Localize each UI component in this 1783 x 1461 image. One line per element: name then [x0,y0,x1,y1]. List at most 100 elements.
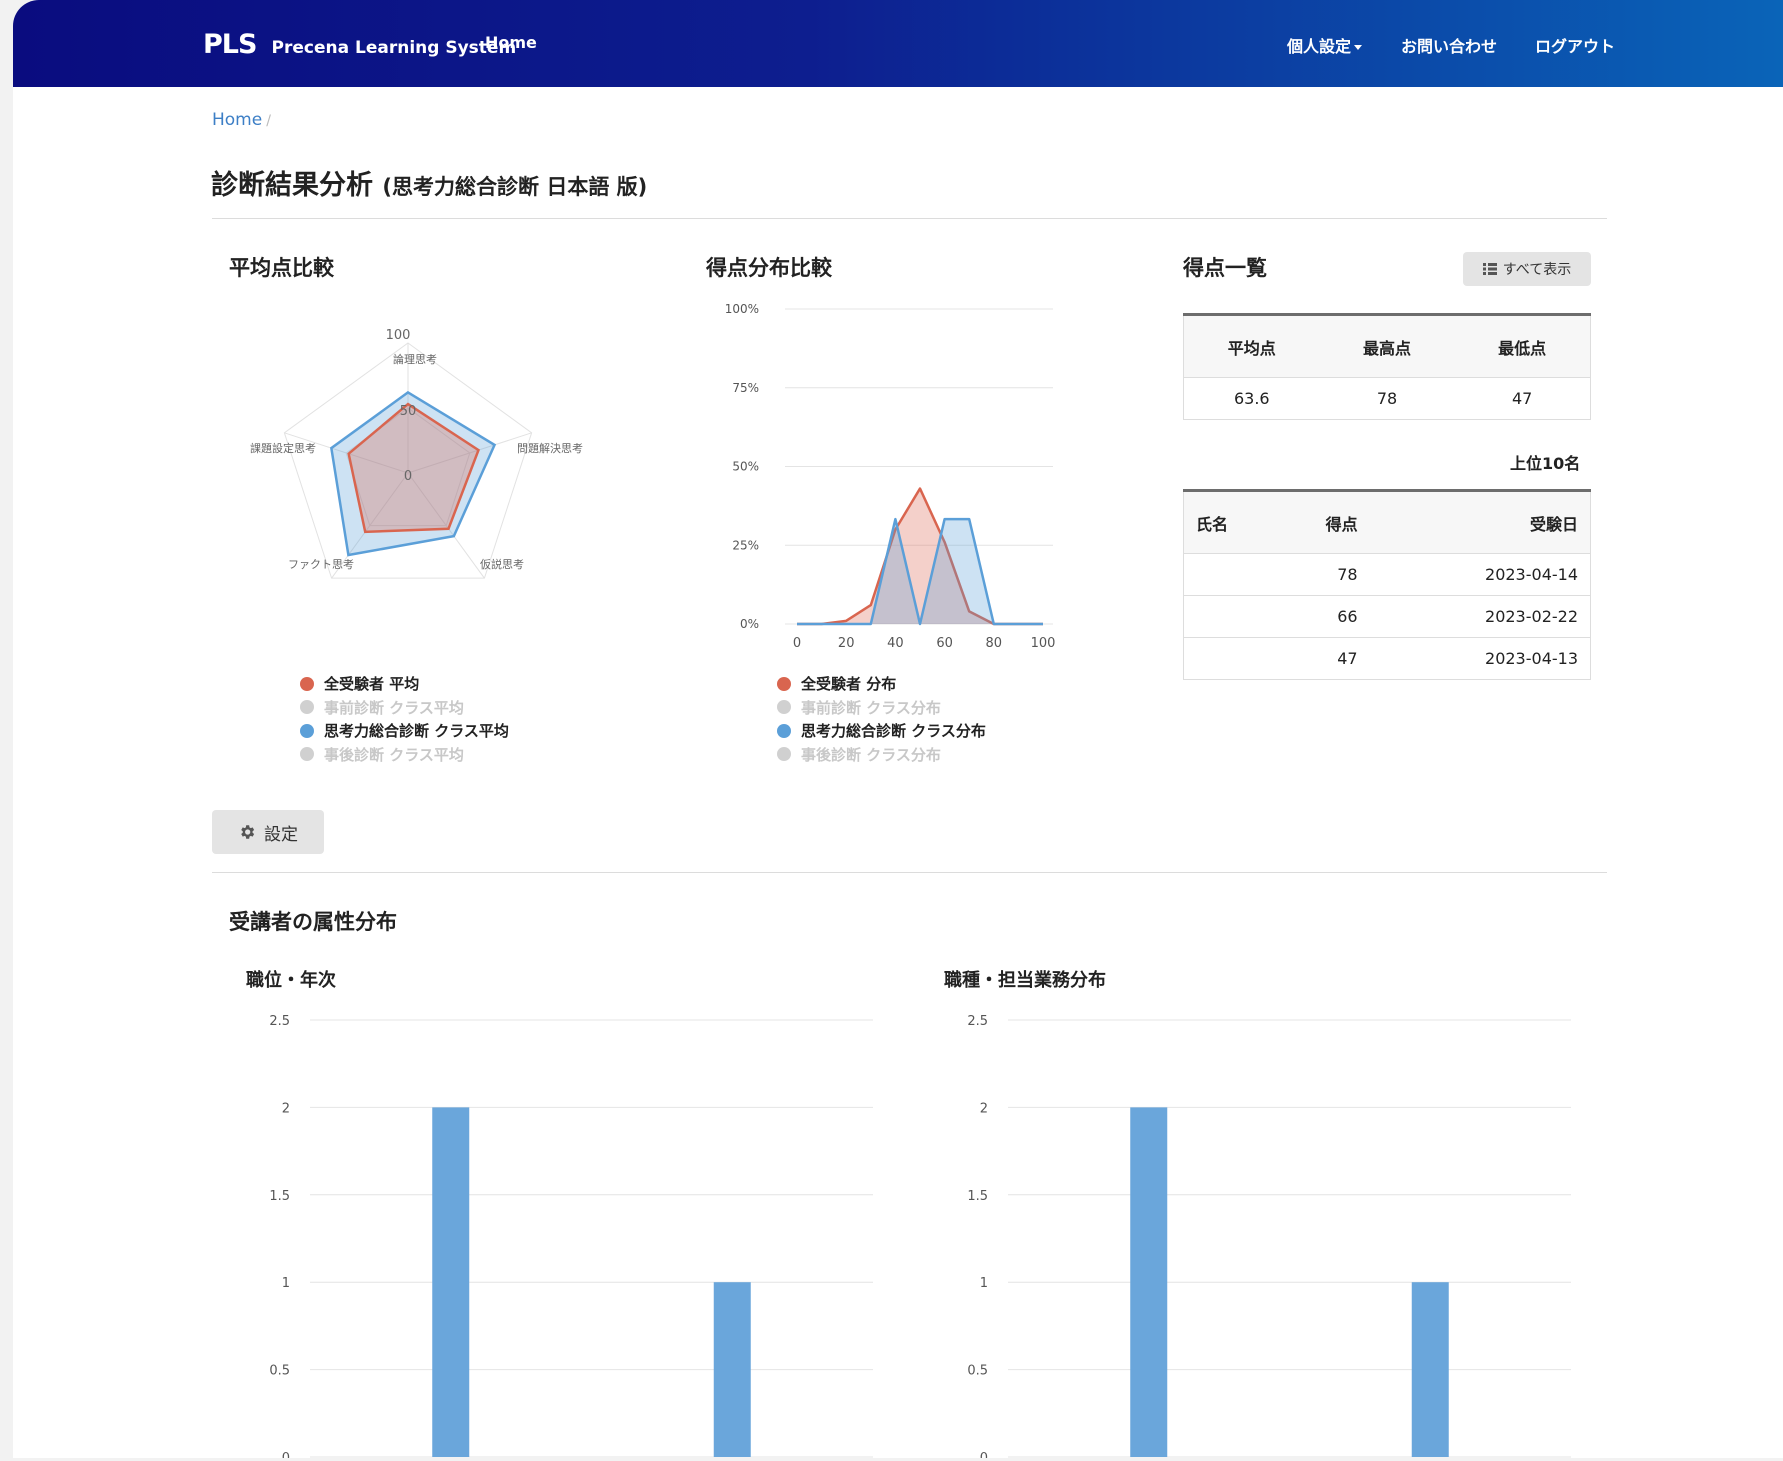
divider [212,218,1607,219]
x-tick-label: 60 [936,636,953,651]
nav-home-link[interactable]: Home [485,33,537,52]
radar-chart: 0 50 100 論理思考問題解決思考仮説思考 ファクト思考 課題設定思考 [250,328,583,579]
top-navbar: PLS Precena Learning System Home 個人設定 お問… [13,0,1783,87]
y-tick-label: 100% [725,302,759,316]
avg-compare-title: 平均点比較 [229,256,334,280]
row-date: 2023-04-14 [1363,553,1591,596]
row-name [1183,553,1281,596]
legend-label: 事後診断 クラス平均 [324,745,464,764]
x-tick-label: 20 [838,636,855,651]
legend-swatch [777,700,791,715]
legend-swatch [300,676,314,691]
legend-swatch [777,747,791,762]
y-tick-label: 1.5 [269,1189,290,1204]
table-row: 47 2023-04-13 [1183,637,1591,680]
attribute-section-title: 受講者の属性分布 [229,910,397,934]
y-tick-label: 50% [732,460,759,474]
page-title-main: 診断結果分析 [211,170,373,201]
legend-item[interactable]: 事前診断 クラス平均 [300,696,509,720]
bar [713,1282,751,1457]
legend-label: 思考力総合診断 クラス平均 [324,722,509,741]
app-window: PLS Precena Learning System Home 個人設定 お問… [13,0,1783,1458]
top10-header-row: 氏名 得点 受験日 [1183,489,1591,554]
legend-item[interactable]: 全受験者 分布 [777,672,986,696]
breadcrumb-separator: / [266,113,271,129]
y-tick-label: 0% [740,617,759,631]
brand-logo[interactable]: PLS Precena Learning System [203,29,516,60]
show-all-button[interactable]: すべて表示 [1463,252,1591,286]
summary-header-min: 最低点 [1454,313,1591,378]
x-tick-label: 0 [793,636,801,651]
position-bar-chart: 0 0.5 1 1.5 2 2.5 [269,1014,873,1458]
breadcrumb-home-link[interactable]: Home [212,110,262,130]
caret-down-icon [1354,45,1363,50]
distribution-area [797,488,1043,624]
legend-item[interactable]: 思考力総合診断 クラス分布 [777,719,986,743]
y-tick-label: 1 [980,1276,988,1291]
dist-compare-title: 得点分布比較 [706,256,832,280]
row-name [1183,595,1281,638]
summary-header-row: 平均点 最高点 最低点 [1183,313,1591,378]
legend-label: 事前診断 クラス平均 [324,698,464,717]
legend-swatch [300,700,314,715]
score-summary-table: 平均点 最高点 最低点 63.6 78 47 [1183,313,1591,420]
radar-tick-label: 50 [400,404,417,419]
summary-value-row: 63.6 78 47 [1183,377,1591,420]
legend-item[interactable]: 事後診断 クラス平均 [300,743,509,767]
settings-label: 設定 [264,824,298,845]
row-score: 47 [1280,637,1364,680]
x-tick-label: 40 [887,636,904,651]
top10-label: 上位10名 [1510,454,1581,473]
distribution-chart: 0% 25% 50% 75% 100% 0 20 40 60 80 100 [725,302,1056,651]
top10-table: 氏名 得点 受験日 78 2023-04-14 66 2023-02-22 47… [1183,489,1591,680]
row-name [1183,637,1281,680]
y-tick-label: 0.5 [967,1364,988,1379]
legend-label: 全受験者 分布 [801,675,897,694]
y-tick-label: 2 [980,1101,988,1116]
nav-logout-link[interactable]: ログアウト [1535,33,1615,57]
page-title: 診断結果分析 (思考力総合診断 日本語 版) [211,163,647,202]
summary-avg-value: 63.6 [1183,377,1320,420]
legend-swatch [300,747,314,762]
table-row: 78 2023-04-14 [1183,553,1591,596]
legend-item[interactable]: 事後診断 クラス分布 [777,743,986,767]
x-tick-label: 80 [986,636,1003,651]
legend-label: 事前診断 クラス分布 [801,698,941,717]
y-tick-label: 75% [732,381,759,395]
brand-name: Precena Learning System [271,38,517,58]
summary-header-max: 最高点 [1319,313,1455,378]
job-type-bar-chart: 0 0.5 1 1.5 2 2.5 [967,1014,1571,1458]
job-type-chart-title: 職種・担当業務分布 [944,970,1106,991]
page-title-sub: (思考力総合診断 日本語 版) [382,175,648,199]
radar-axis-label: 論理思考 [393,352,437,366]
score-list-title: 得点一覧 [1183,256,1267,280]
top10-header-date: 受験日 [1363,489,1591,554]
legend-swatch [777,723,791,738]
row-date: 2023-04-13 [1363,637,1591,680]
y-tick-label: 1.5 [967,1189,988,1204]
nav-personal-settings-dropdown[interactable]: 個人設定 [1287,33,1363,57]
legend-swatch [300,723,314,738]
y-tick-label: 2 [282,1101,290,1116]
row-score: 78 [1280,553,1364,596]
nav-personal-label: 個人設定 [1287,37,1352,56]
legend-label: 全受験者 平均 [324,675,420,694]
legend-item[interactable]: 事前診断 クラス分布 [777,696,986,720]
list-icon [1482,263,1497,275]
y-tick-label: 0 [980,1451,988,1458]
show-all-label: すべて表示 [1502,262,1572,278]
legend-label: 事後診断 クラス分布 [801,745,941,764]
y-tick-label: 0.5 [269,1364,290,1379]
y-tick-label: 0 [282,1451,290,1458]
gear-icon [241,825,255,839]
x-tick-label: 100 [1031,636,1056,651]
legend-item[interactable]: 思考力総合診断 クラス平均 [300,719,509,743]
nav-contact-link[interactable]: お問い合わせ [1401,33,1497,57]
legend-swatch [777,676,791,691]
legend-item[interactable]: 全受験者 平均 [300,672,509,696]
y-tick-label: 1 [282,1276,290,1291]
top10-header-name: 氏名 [1183,489,1281,554]
y-tick-label: 2.5 [967,1014,988,1029]
settings-button[interactable]: 設定 [212,810,324,854]
position-chart-title: 職位・年次 [246,970,336,991]
